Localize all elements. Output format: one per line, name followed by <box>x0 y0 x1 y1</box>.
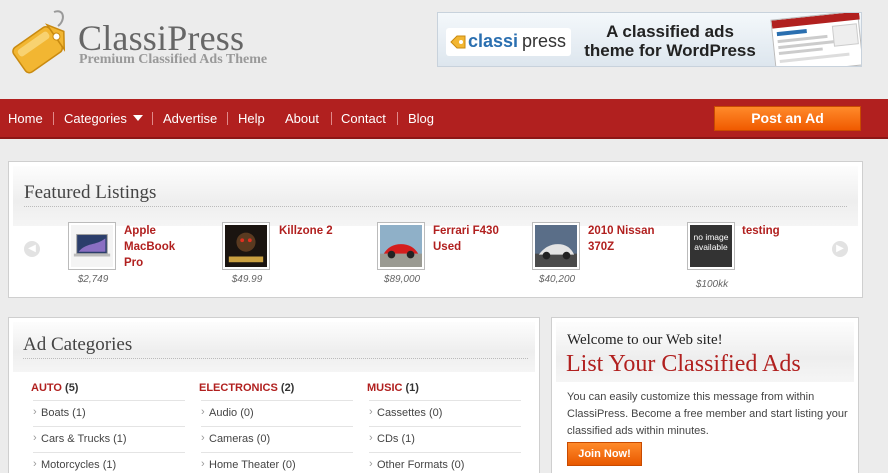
welcome-title: List Your Classified Ads <box>566 351 801 377</box>
nav-item-home[interactable]: Home <box>8 111 43 126</box>
nav-item-contact[interactable]: Contact <box>341 111 386 126</box>
category-heading-electronics[interactable]: ELECTRONICS (2) <box>199 382 294 394</box>
welcome-message: You can easily customize this message fr… <box>567 391 848 437</box>
listing-thumbnail[interactable] <box>532 222 580 270</box>
listing-thumbnail[interactable] <box>68 222 116 270</box>
post-an-ad-button[interactable]: Post an Ad <box>714 106 861 131</box>
ad-categories-panel: Ad Categories AUTO (5) Boats (1) Cars & … <box>8 317 540 473</box>
featured-listings-panel: Featured Listings ◀ ▶ Apple MacBook Pro … <box>8 161 863 298</box>
banner-logo: classi press <box>446 28 571 56</box>
category-count: (1) <box>405 382 419 394</box>
listing-price: $49.99 <box>231 274 263 285</box>
nav-separator <box>53 112 54 125</box>
subcategory-link[interactable]: Other Formats (0) <box>369 452 521 473</box>
title-divider <box>24 206 847 207</box>
chevron-left-icon[interactable]: ◀ <box>24 241 40 257</box>
nav-item-about[interactable]: About <box>285 111 319 126</box>
listing-thumbnail[interactable]: no image available <box>687 222 735 270</box>
header-banner-ad[interactable]: classi press A classified ads theme for … <box>437 12 862 67</box>
nav-item-advertise[interactable]: Advertise <box>163 111 217 126</box>
banner-headline: A classified ads theme for WordPress <box>584 22 756 60</box>
subcategory-link[interactable]: CDs (1) <box>369 426 521 452</box>
featured-listings-title: Featured Listings <box>24 182 157 203</box>
listing-price: $100kk <box>695 279 729 290</box>
listing-title-link[interactable]: Killzone 2 <box>279 223 349 239</box>
ferrari-image <box>380 225 422 267</box>
banner-logo-press: press <box>522 31 567 51</box>
nav-separator <box>331 112 332 125</box>
category-name: ELECTRONICS <box>199 382 278 394</box>
nav-item-blog[interactable]: Blog <box>408 111 434 126</box>
listing-price: $89,000 <box>383 274 421 285</box>
category-name: AUTO <box>31 382 62 394</box>
subcategory-link[interactable]: Motorcycles (1) <box>33 452 185 473</box>
killzone-cover-image <box>225 225 267 267</box>
banner-logo-classi: classi <box>468 31 519 51</box>
nav-separator <box>227 112 228 125</box>
listing-price: $40,200 <box>538 274 576 285</box>
site-tagline: Premium Classified Ads Theme <box>79 52 268 67</box>
site-header: ClassiPress Premium Classified Ads Theme… <box>0 0 888 99</box>
category-count: (2) <box>280 382 295 394</box>
listing-title-link[interactable]: Apple MacBook Pro <box>124 223 186 271</box>
banner-tag-icon <box>450 35 466 49</box>
welcome-heading: Welcome to our Web site! <box>567 332 723 348</box>
subcategory-link[interactable]: Audio (0) <box>201 400 353 426</box>
subcategory-link[interactable]: Boats (1) <box>33 400 185 426</box>
category-count: (5) <box>65 382 79 394</box>
nissan-image <box>535 225 577 267</box>
welcome-panel: Welcome to our Web site! List Your Class… <box>551 317 859 473</box>
caret-down-icon <box>132 115 143 121</box>
nav-separator <box>152 112 153 125</box>
title-divider <box>23 358 528 359</box>
category-name: MUSIC <box>367 382 403 394</box>
ad-categories-title: Ad Categories <box>23 334 133 355</box>
listing-price: $2,749 <box>77 274 109 285</box>
subcategory-link[interactable]: Cars & Trucks (1) <box>33 426 185 452</box>
subcategory-link[interactable]: Cameras (0) <box>201 426 353 452</box>
category-heading-auto[interactable]: AUTO (5) <box>31 382 78 394</box>
macbook-image <box>71 225 113 267</box>
listing-title-link[interactable]: testing <box>742 223 802 239</box>
listing-thumbnail[interactable] <box>222 222 270 270</box>
listing-title-link[interactable]: 2010 Nissan 370Z <box>588 223 660 255</box>
nav-item-help[interactable]: Help <box>238 111 265 126</box>
subcategory-link[interactable]: Cassettes (0) <box>369 400 521 426</box>
chevron-right-icon[interactable]: ▶ <box>832 241 848 257</box>
nav-item-categories[interactable]: Categories <box>64 111 143 126</box>
no-image-placeholder: no image available <box>690 225 732 267</box>
price-tag-icon[interactable] <box>6 6 72 78</box>
listing-thumbnail[interactable] <box>377 222 425 270</box>
nav-item-categories-label: Categories <box>64 111 127 126</box>
join-now-button[interactable]: Join Now! <box>567 442 642 466</box>
listing-title-link[interactable]: Ferrari F430 Used <box>433 223 505 255</box>
nav-separator <box>397 112 398 125</box>
category-heading-music[interactable]: MUSIC (1) <box>367 382 419 394</box>
banner-screenshot-image <box>770 13 861 66</box>
subcategory-link[interactable]: Home Theater (0) <box>201 452 353 473</box>
